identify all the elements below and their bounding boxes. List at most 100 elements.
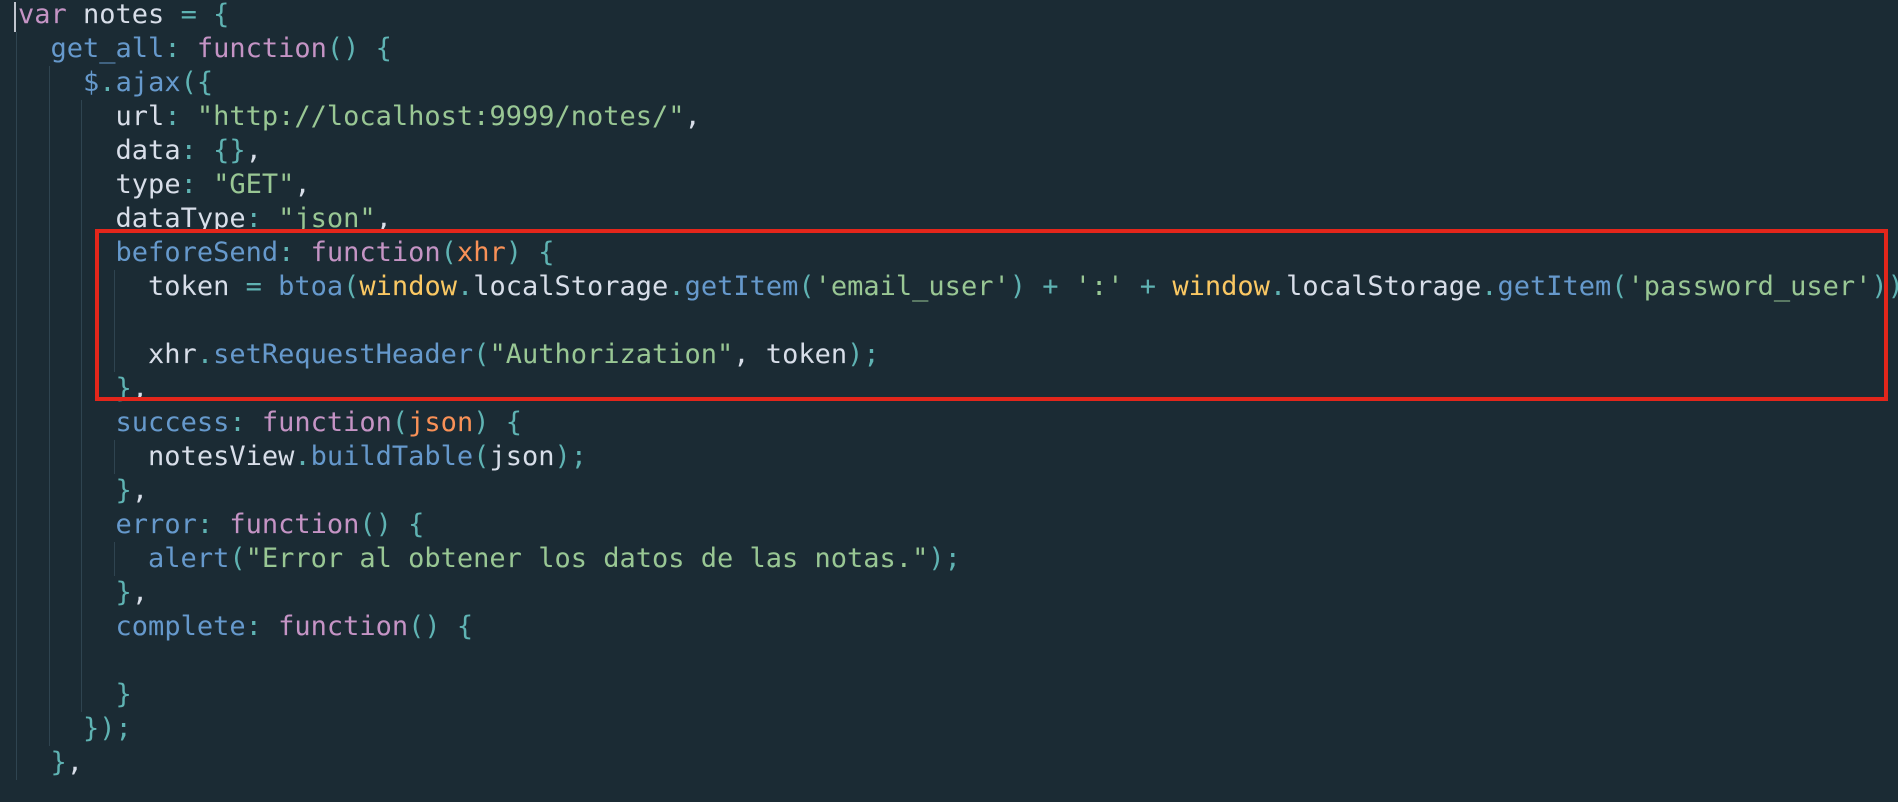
code-token: = [180,0,197,30]
code-token: "Error al obtener los datos de las notas… [245,543,929,574]
indent-guide [16,338,17,372]
code-line[interactable]: var notes = { [18,0,1898,32]
indent-guide [48,644,50,678]
code-line[interactable]: token = btoa(window.localStorage.getItem… [16,270,1898,304]
code-line[interactable]: complete: function() { [16,610,1898,644]
code-line[interactable]: $.ajax({ [16,66,1898,100]
code-token: ) [1009,271,1026,302]
code-token: )); [1871,271,1898,302]
code-token: btoa [278,271,344,302]
code-editor[interactable]: var notes = { get_all: function() { $.aj… [0,0,1898,802]
code-line[interactable]: url: "http://localhost:9999/notes/", [16,100,1898,134]
indent-guide [16,270,17,304]
indent-guide [81,168,82,202]
code-token: ); [554,441,587,472]
code-token: ( [798,271,815,302]
code-token: function [261,407,392,438]
code-line[interactable]: notesView.buildTable(json); [16,440,1898,474]
indent-guide [81,202,82,236]
code-token: json [489,441,555,472]
indent-guide [16,236,17,270]
code-line[interactable]: type: "GET", [16,168,1898,202]
code-line[interactable]: } [16,678,1898,712]
code-line[interactable]: xhr.setRequestHeader("Authorization", to… [16,338,1898,372]
code-token: : [164,101,197,132]
indent-guide [16,576,17,610]
code-token: . [668,271,685,302]
code-token: } [115,679,132,710]
code-token: . [99,67,116,98]
code-token: alert [148,543,230,574]
code-token: ( [1611,271,1628,302]
indent-guide [81,406,82,440]
code-line[interactable]: beforeSend: function(xhr) { [16,236,1898,270]
code-token: window [1172,271,1270,302]
indent-guide [48,678,50,712]
code-token: () { [359,509,425,540]
code-token: } [50,747,67,778]
code-token: ( [391,407,409,438]
code-area[interactable]: var notes = { get_all: function() { $.aj… [16,0,1898,780]
code-token: . [294,441,311,472]
code-token: "http://localhost:9999/notes/" [196,101,685,132]
code-token: () { [326,33,392,64]
indent-guide [81,236,82,270]
code-line[interactable]: alert("Error al obtener los datos de las… [16,542,1898,576]
text-cursor [14,2,16,32]
indent-guide [16,372,17,406]
code-token: = [245,271,262,302]
code-line[interactable]: }, [16,474,1898,508]
code-line[interactable]: data: {}, [16,134,1898,168]
indent-guide [48,168,50,202]
indent-guide [81,304,82,338]
code-token: data [115,135,181,166]
indent-guide [48,372,50,406]
code-token: , [684,101,701,132]
code-line[interactable]: }, [16,372,1898,406]
code-line[interactable]: dataType: "json", [16,202,1898,236]
code-token: }); [83,713,132,744]
code-line[interactable]: }); [16,712,1898,746]
indent-guide [113,440,115,474]
code-token: , token [733,339,848,370]
code-line[interactable] [16,304,1898,338]
indent-guide [48,202,50,236]
code-token: function [196,33,327,64]
code-line[interactable]: }, [16,746,1898,780]
code-token: } [115,577,132,608]
code-token: get_all [50,33,165,64]
code-token: } [115,373,132,404]
code-token: type [115,169,181,200]
indent-guide [81,338,82,372]
code-token: 'password_user' [1627,271,1872,302]
code-line[interactable]: error: function() { [16,508,1898,542]
code-token: ( [473,441,490,472]
code-line[interactable] [16,644,1898,678]
code-line[interactable]: get_all: function() { [16,32,1898,66]
code-line[interactable]: success: function(json) { [16,406,1898,440]
code-line[interactable]: }, [16,576,1898,610]
code-token: ajax [115,67,181,98]
code-token: : [245,203,279,234]
indent-guide [81,474,82,508]
code-token: ':' [1074,271,1124,302]
code-token: . [1481,271,1498,302]
code-token: token [148,271,246,302]
code-token: { [196,0,230,30]
indent-guide [81,542,82,576]
indent-guide [16,678,17,712]
code-token: . [456,271,474,302]
code-token: ( [343,271,360,302]
